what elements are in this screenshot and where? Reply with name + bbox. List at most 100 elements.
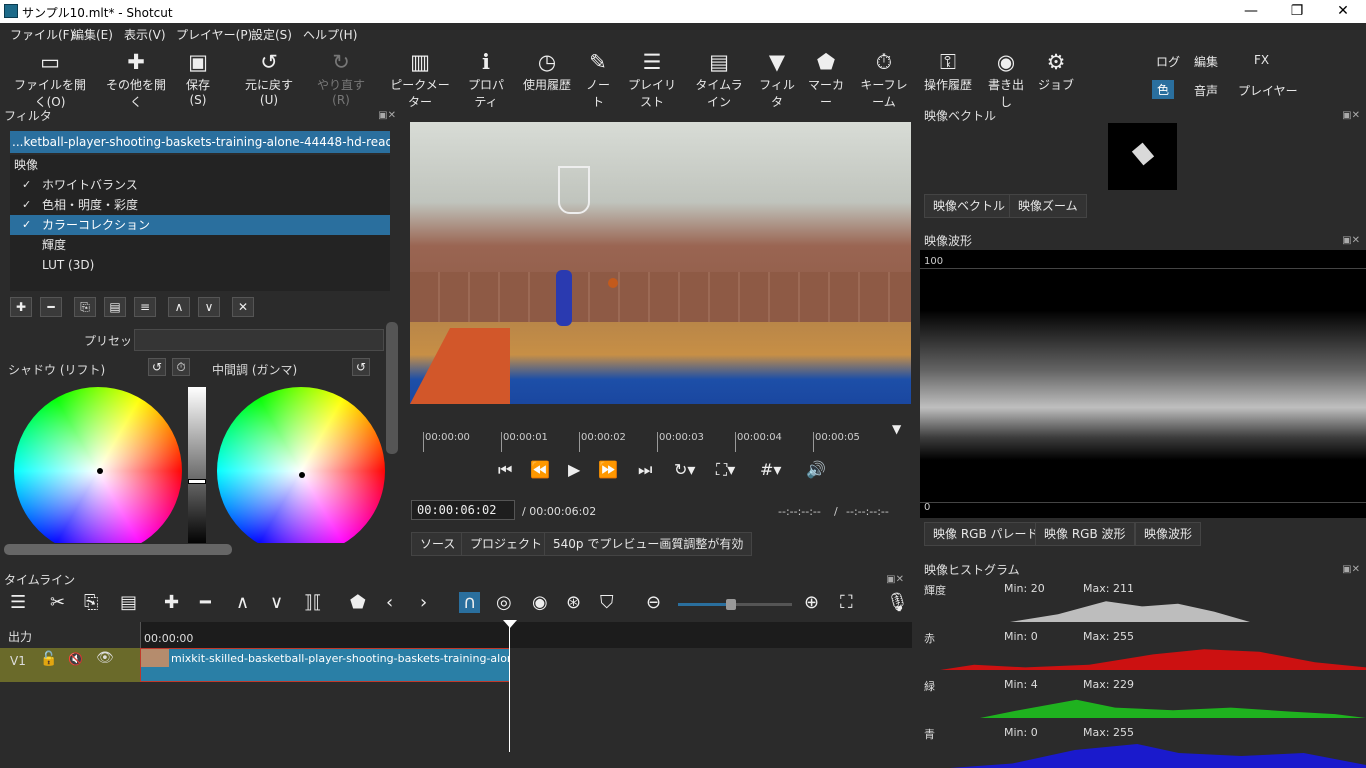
dock-float-close-icon[interactable]: ▣✕ [1342,564,1360,575]
tab-rgb-waveform[interactable]: 映像 RGB 波形 [1035,522,1135,546]
timeline-playhead[interactable] [509,620,510,752]
notes-button[interactable]: ✎ ノート [582,48,614,110]
tab-source[interactable]: ソース [411,532,465,556]
tab-waveform[interactable]: 映像波形 [1135,522,1202,546]
jobs-button[interactable]: ⚙ ジョブ [1038,48,1074,93]
previous-marker-icon[interactable]: ‹ [386,592,393,613]
scrub-icon[interactable]: ◎ [496,592,512,613]
timeline-menu-icon[interactable]: ☰ [10,592,26,613]
close-button[interactable]: ✕ [1320,0,1366,23]
overwrite-icon[interactable]: ∨ [270,592,283,613]
video-clip[interactable]: mixkit-skilled-basketball-player-shootin… [140,648,510,682]
playlist-button[interactable]: ☰ プレイリスト [624,48,680,110]
filter-item[interactable]: ✓ 色相・明度・彩度 [10,195,390,215]
h-scrollbar[interactable] [4,544,232,555]
player-ruler[interactable]: 00:00:00 00:00:01 00:00:02 00:00:03 00:0… [420,422,910,452]
move-up-icon[interactable]: ∧ [168,297,190,317]
actions-button[interactable]: ⚿ 操作履歴 [922,48,974,93]
dock-float-close-icon[interactable]: ▣✕ [1342,235,1360,246]
layout-audio-tab[interactable]: 音声 [1194,82,1218,99]
volume-icon[interactable]: 🔊 [806,460,826,479]
skip-next-icon[interactable]: ⏭ [638,460,652,480]
menu-player[interactable]: プレイヤー(P) [176,26,252,43]
move-down-icon[interactable]: ∨ [198,297,220,317]
record-audio-icon[interactable]: 🎙 [886,592,909,613]
layout-log-tab[interactable]: ログ [1156,53,1180,70]
dock-float-close-icon[interactable]: ▣✕ [886,574,904,585]
menu-help[interactable]: ヘルプ(H) [303,26,357,43]
zoom-out-icon[interactable]: ⊖ [646,592,661,613]
deselect-filter-icon[interactable]: ✕ [232,297,254,317]
tab-video-zoom[interactable]: 映像ズーム [1009,194,1087,218]
add-filter-button[interactable]: ✚ [10,297,32,317]
filters-button[interactable]: ▼ フィルタ [758,48,796,110]
maximize-button[interactable]: ❐ [1274,0,1320,23]
v1-track-header[interactable]: V1 🔓 🔇 👁 [0,648,140,682]
fast-forward-icon[interactable]: ⏩ [598,460,618,479]
menu-edit[interactable]: 編集(E) [72,26,113,43]
properties-button[interactable]: ℹ プロパティ [462,48,510,110]
zoom-icon[interactable]: ⛶▾ [716,460,735,480]
paste-icon[interactable]: ▤ [120,592,137,613]
menu-file[interactable]: ファイル(F) [10,26,74,43]
lift-icon[interactable]: ∧ [236,592,249,613]
filter-item[interactable]: 輝度 [10,235,390,255]
grid-icon[interactable]: #▾ [760,460,781,479]
playhead-icon[interactable]: ▼ [892,422,901,436]
redo-button[interactable]: ↻ やり直す(R) [312,48,370,107]
reset-icon[interactable]: ↺ [148,358,166,376]
menu-view[interactable]: 表示(V) [124,26,166,43]
tab-rgb-parade[interactable]: 映像 RGB パレード [924,522,1048,546]
export-button[interactable]: ◉ 書き出し [984,48,1028,110]
tab-project[interactable]: プロジェクト [461,532,552,556]
append-icon[interactable]: ✚ [164,592,179,613]
next-marker-icon[interactable]: › [420,592,427,613]
cut-icon[interactable]: ✂ [50,592,65,613]
minimize-button[interactable]: — [1228,0,1274,23]
filter-item-selected[interactable]: ✓ カラーコレクション [10,215,390,235]
preset-combo[interactable] [134,329,384,351]
tab-vectorscope[interactable]: 映像ベクトル [924,194,1015,218]
peak-meter-button[interactable]: ▥ ピークメーター [388,48,452,110]
reset-icon[interactable]: ↺ [352,358,370,376]
rewind-icon[interactable]: ⏪ [530,460,550,479]
shadow-color-wheel[interactable] [14,387,182,555]
checkbox-icon[interactable]: ✓ [22,175,31,195]
eye-icon[interactable]: 👁 [96,650,114,666]
zoom-fit-icon[interactable]: ⛶ [840,592,853,613]
loop-icon[interactable]: ↻▾ [674,460,695,479]
midtone-color-wheel[interactable] [217,387,385,555]
layout-player-tab[interactable]: プレイヤー [1238,82,1298,99]
history-button[interactable]: ◷ 使用履歴 [522,48,572,93]
split-icon[interactable]: ⟧⟦ [304,592,322,613]
snap-icon[interactable]: ∩ [459,592,481,613]
ripple-all-icon[interactable]: ⊛ [566,592,581,613]
stack-filter-icon[interactable]: ≡ [134,297,156,317]
keyframes-button[interactable]: ⏱ キーフレーム [856,48,912,110]
wheel-handle[interactable] [97,468,103,474]
dock-float-close-icon[interactable]: ▣✕ [1342,110,1360,121]
copy-icon[interactable]: ⎘ [84,592,98,613]
filter-item[interactable]: ✓ ホワイトバランス [10,175,390,195]
checkbox-icon[interactable]: ✓ [22,215,31,235]
timeline-button[interactable]: ▤ タイムライン [690,48,748,110]
filter-scrollbar[interactable] [386,322,398,454]
filter-item[interactable]: LUT (3D) [10,255,390,275]
layout-color-tab[interactable]: 色 [1152,80,1175,99]
undo-button[interactable]: ↺ 元に戻す(U) [238,48,300,107]
ripple-icon[interactable]: ◉ [532,592,548,613]
menu-settings[interactable]: 設定(S) [251,26,292,43]
open-other-button[interactable]: ✚ その他を開く [104,48,168,110]
dock-float-close-icon[interactable]: ▣✕ [378,110,396,121]
save-button[interactable]: ▣ 保存(S) [178,48,218,107]
zoom-in-icon[interactable]: ⊕ [804,592,819,613]
zoom-slider[interactable] [678,599,792,610]
paste-filter-icon[interactable]: ▤ [104,297,126,317]
zoom-slider-handle[interactable] [726,599,736,610]
shadow-luma-slider[interactable] [188,387,206,545]
mute-icon[interactable]: 🔇 [68,652,83,666]
remove-filter-button[interactable]: ━ [40,297,62,317]
skip-previous-icon[interactable]: ⏮ [498,460,512,480]
copy-filter-icon[interactable]: ⎘ [74,297,96,317]
layout-edit-tab[interactable]: 編集 [1194,53,1218,70]
